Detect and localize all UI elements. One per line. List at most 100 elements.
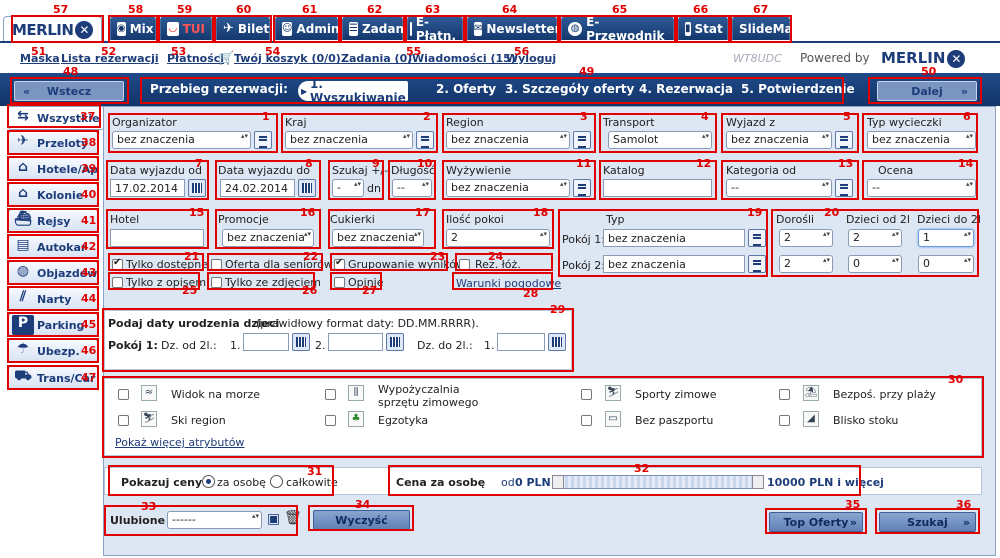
annotation-number: 10: [417, 157, 433, 170]
region-list-button[interactable]: [573, 131, 591, 149]
tab-tui[interactable]: ◡ TUI: [160, 16, 212, 40]
tab-newsletter[interactable]: ✉ Newsletter: [467, 16, 561, 40]
more-attributes-link[interactable]: Pokaż więcej atrybutów: [115, 436, 244, 449]
annotation-number: 59: [177, 3, 193, 16]
save-icon[interactable]: ▣: [267, 511, 280, 527]
attr-checkbox[interactable]: [581, 415, 592, 426]
tab-admin[interactable]: ☺ Admin: [275, 16, 339, 40]
pokoj1-list-button[interactable]: [748, 229, 766, 247]
koszyk-link[interactable]: Twój koszyk (0/0): [234, 52, 341, 65]
price-min-handle[interactable]: [552, 475, 564, 489]
grupowanie-checkbox[interactable]: [334, 257, 345, 270]
next-button[interactable]: Dalej »: [877, 81, 977, 101]
opinie-checkbox[interactable]: [334, 277, 345, 288]
adults-room1-select[interactable]: 2: [779, 229, 833, 247]
promocje-select[interactable]: bez znaczenia: [222, 229, 314, 247]
katalog-input[interactable]: [603, 179, 712, 197]
pokoj2-type-input[interactable]: bez znaczenia: [603, 255, 745, 273]
tab-bilety[interactable]: ✈ Bilety: [216, 16, 277, 40]
adults-room2-select[interactable]: 2: [779, 255, 833, 273]
ulubione-select[interactable]: ------: [167, 511, 262, 529]
price-total-radio[interactable]: [270, 475, 283, 488]
trash-icon[interactable]: 🗑: [284, 510, 302, 526]
tylko-zdjeciem-checkbox[interactable]: [211, 277, 222, 288]
cukierki-select[interactable]: bez znaczenia: [332, 229, 424, 247]
wyzywienie-list-button[interactable]: [573, 179, 591, 197]
data-od-input[interactable]: 17.02.2014: [110, 179, 185, 197]
step-search[interactable]: ▶ 1. Wyszukiwanie: [298, 77, 408, 105]
step-reservation[interactable]: 4. Rezerwacja: [639, 82, 733, 96]
organizator-select[interactable]: bez znaczenia: [112, 131, 251, 149]
step-label: 1. Wyszukiwanie: [310, 77, 406, 105]
annotation-number: 6: [963, 110, 971, 123]
child-birthdate-1-input[interactable]: [243, 333, 289, 351]
calendar-icon[interactable]: [298, 179, 316, 197]
annotation-number: 22: [303, 250, 319, 263]
back-button[interactable]: « Wstecz: [14, 81, 124, 101]
ilosc-pokoi-select[interactable]: 2: [446, 229, 550, 247]
hotel-input[interactable]: [110, 229, 204, 247]
tab-e-platn[interactable]: E-Płatn.: [407, 15, 463, 43]
sidebar-item-label: Ubezp.: [37, 344, 80, 358]
transport-label: Transport: [603, 116, 655, 129]
calendar-icon[interactable]: [188, 179, 206, 197]
calendar-icon[interactable]: [292, 333, 310, 351]
infant-birthdate-input[interactable]: [497, 333, 545, 351]
tui-globe-icon: ◉: [117, 21, 126, 36]
organizator-list-button[interactable]: [254, 131, 272, 149]
kraj-select[interactable]: bez znaczenia: [285, 131, 413, 149]
ocena-select[interactable]: --: [867, 179, 976, 197]
pokoj1-type-input[interactable]: bez znaczenia: [603, 229, 745, 247]
tab-zadania[interactable]: ☰ Zadania: [342, 16, 416, 40]
transport-select[interactable]: Samolot: [608, 131, 712, 149]
warunki-pogodowe-link[interactable]: Warunki pogodowe: [456, 277, 561, 290]
children-over2-room1-select[interactable]: 2: [848, 229, 902, 247]
price-max-handle[interactable]: [752, 475, 764, 489]
calendar-icon[interactable]: [548, 333, 566, 351]
kategoria-list-button[interactable]: [835, 179, 853, 197]
step-offer-details[interactable]: 3. Szczegóły oferty: [505, 82, 634, 96]
top-offers-button[interactable]: Top Oferty»: [769, 512, 863, 532]
clear-button[interactable]: Wyczyść: [313, 510, 410, 530]
attr-checkbox[interactable]: [118, 415, 129, 426]
attr-checkbox[interactable]: [118, 389, 129, 400]
data-do-input[interactable]: 24.02.2014: [220, 179, 295, 197]
oferta-seniorow-checkbox[interactable]: [211, 259, 222, 270]
calendar-icon[interactable]: [386, 333, 404, 351]
merlin-logo-tab[interactable]: MERLIN ✕: [3, 16, 102, 42]
wyzywienie-select[interactable]: bez znaczenia: [446, 179, 570, 197]
tylko-dostepne-checkbox[interactable]: [112, 257, 123, 270]
region-select[interactable]: bez znaczenia: [446, 131, 570, 149]
price-per-person-radio[interactable]: [202, 475, 215, 488]
attr-checkbox[interactable]: [779, 389, 790, 400]
typ-wycieczki-select[interactable]: bez znaczenia: [867, 131, 976, 149]
tylko-opisem-checkbox[interactable]: [112, 277, 123, 288]
dlugosc-select[interactable]: --: [392, 179, 432, 197]
szukaj-select[interactable]: -: [332, 179, 364, 197]
attr-checkbox[interactable]: [325, 389, 336, 400]
wyjazd-z-list-button[interactable]: [835, 131, 853, 149]
tab-mix[interactable]: ◉ Mix: [110, 16, 156, 40]
attr-checkbox[interactable]: [325, 415, 336, 426]
kategoria-select[interactable]: --: [726, 179, 832, 197]
children-under2-room2-select[interactable]: 0: [918, 255, 974, 273]
tab-e-przewodnik[interactable]: ◍ E-Przewodnik: [561, 15, 674, 43]
tab-slidemax[interactable]: SlideMax: [732, 16, 800, 40]
kraj-list-button[interactable]: [416, 131, 434, 149]
pokoj2-list-button[interactable]: [748, 255, 766, 273]
tab-stat[interactable]: ▮ Stat: [678, 16, 728, 40]
step-confirmation[interactable]: 5. Potwierdzenie: [741, 82, 855, 96]
attr-checkbox[interactable]: [779, 415, 790, 426]
search-button[interactable]: Szukaj »: [879, 512, 976, 532]
annotation-number: 36: [956, 498, 972, 511]
step-offers[interactable]: 2. Oferty: [436, 82, 496, 96]
zadania-link[interactable]: Zadania (0): [341, 52, 412, 65]
wiadomosci-link[interactable]: /Wiadomości (15): [408, 52, 516, 65]
rez-loz-checkbox[interactable]: [459, 259, 470, 270]
child-birthdate-2-input[interactable]: [328, 333, 383, 351]
children-under2-room1-select[interactable]: 1: [918, 229, 974, 247]
wyjazd-z-select[interactable]: bez znaczenia: [726, 131, 832, 149]
children-over2-room2-select[interactable]: 0: [848, 255, 902, 273]
price-range-slider[interactable]: [552, 475, 764, 489]
attr-checkbox[interactable]: [581, 389, 592, 400]
